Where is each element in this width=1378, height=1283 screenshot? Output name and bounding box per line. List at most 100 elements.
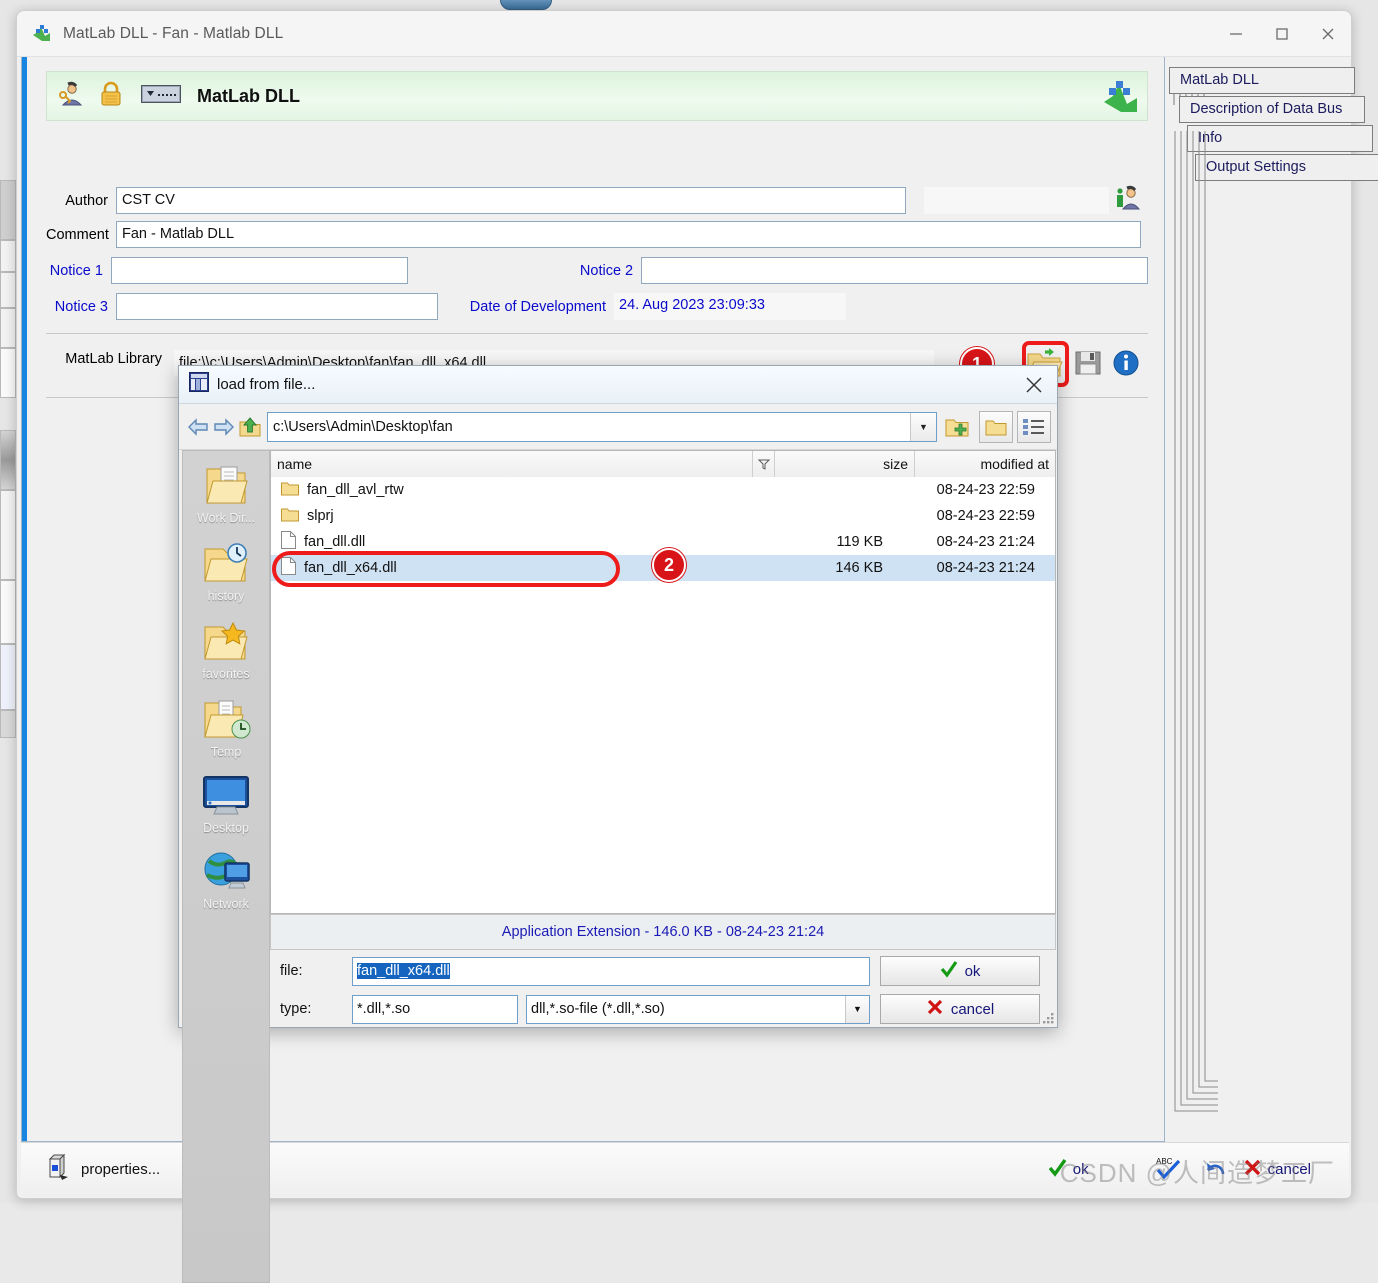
new-folder-button[interactable] [941,411,975,443]
arrow-left-icon[interactable] [185,417,211,437]
background-fragment-1 [0,180,16,240]
maximize-button[interactable] [1259,11,1305,56]
resize-grip[interactable] [1041,1011,1055,1025]
user-info-icon[interactable] [1115,185,1141,216]
list-view-button[interactable] [1017,411,1051,443]
undo-button[interactable] [1203,1157,1229,1183]
place-history[interactable]: history [183,539,269,603]
tab-label: Output Settings [1206,159,1306,175]
type-label: type: [270,1001,352,1017]
file-type-row: type: *.dll,*.so dll,*.so-file (*.dll,*.… [270,992,1056,1026]
notice2-label: Notice 2 [494,263,642,279]
comment-label: Comment [46,227,116,243]
arrow-right-icon[interactable] [211,417,237,437]
ok-button[interactable]: ok [1048,1158,1089,1181]
minimize-button[interactable] [1213,11,1259,56]
background-fragment-4 [0,308,16,348]
background-fragment-7 [0,490,16,580]
type-pattern-input[interactable]: *.dll,*.so [352,995,518,1024]
folder-view-button[interactable] [979,411,1013,443]
chevron-down-icon[interactable]: ▼ [845,996,869,1023]
notice3-label: Notice 3 [46,299,116,315]
file-name-input[interactable]: fan_dll_x64.dll [352,957,870,986]
file-dialog-close-button[interactable] [1011,366,1057,403]
place-work-dir[interactable]: Work Dir... [183,461,269,525]
background-window-fragment-top [500,0,552,10]
tab-label: Description of Data Bus [1190,101,1342,117]
table-row[interactable]: slprj 08-24-23 22:59 [271,503,1055,529]
notice1-input[interactable] [111,257,408,284]
save-disk-icon[interactable] [1074,349,1102,382]
author-row: Author CST CV [46,185,1148,216]
file-modified: 08-24-23 22:59 [893,482,1043,498]
library-row: MatLab Library [46,351,170,367]
file-list[interactable]: name size modified at fan_dll_avl_rtw 08… [270,450,1056,914]
place-label: Temp [211,745,242,759]
tab-matlab-dll[interactable]: MatLab DLL [1169,67,1355,94]
library-label: MatLab Library [46,351,170,367]
divider-1 [46,333,1148,334]
file-dialog-ok-button[interactable]: ok [880,956,1040,986]
file-modified: 08-24-23 22:59 [893,508,1043,524]
filter-icon[interactable] [753,451,775,477]
properties-icon [43,1153,73,1187]
file-dialog-title: load from file... [217,376,315,393]
desktop-background: MatLab DLL - Fan - Matlab DLL [0,0,1378,1203]
load-from-file-dialog: load from file... c: [178,365,1058,1028]
file-name: fan_dll_avl_rtw [307,482,404,498]
cancel-button[interactable]: cancel [1243,1158,1311,1181]
properties-label: properties... [81,1161,160,1178]
column-size[interactable]: size [775,451,915,477]
place-network[interactable]: Network [183,849,269,911]
tab-output-settings[interactable]: Output Settings [1195,154,1378,181]
file-list-header: name size modified at [271,451,1055,477]
spellcheck-button[interactable]: ABC [1155,1156,1183,1184]
file-dialog-cancel-button[interactable]: cancel [880,994,1040,1024]
author-extra-field[interactable] [924,187,1109,214]
ok-label: ok [1073,1161,1089,1178]
cancel-label: cancel [1268,1161,1311,1178]
properties-button[interactable]: properties... [43,1153,160,1187]
info-icon[interactable] [1112,349,1140,382]
tab-label: MatLab DLL [1180,72,1259,88]
file-name-row: file: fan_dll_x64.dll ok [270,954,1056,988]
check-icon [1048,1158,1067,1181]
place-desktop[interactable]: Desktop [183,773,269,835]
cancel-label: cancel [951,1001,994,1018]
place-favorites[interactable]: favorites [183,617,269,681]
file-name-input-value: fan_dll_x64.dll [357,963,450,979]
notice2-input[interactable] [641,257,1148,284]
x-icon [926,998,944,1020]
file-dialog-titlebar: load from file... [179,366,1057,404]
file-icon [281,557,296,579]
column-modified[interactable]: modified at [915,451,1055,477]
background-fragment-3 [0,272,16,308]
file-name: slprj [307,508,334,524]
notice3-input[interactable] [116,293,438,320]
arrow-up-folder-icon[interactable] [237,416,263,438]
notice1-label: Notice 1 [46,263,111,279]
window-controls [1213,11,1351,56]
tab-description-of-data-bus[interactable]: Description of Data Bus [1179,96,1365,123]
place-temp[interactable]: Temp [183,695,269,759]
notice3-row: Notice 3 Date of Development 24. Aug 202… [46,293,1148,320]
tab-stack-trail [1174,131,1214,1116]
file-dialog-navbar: c:\Users\Admin\Desktop\fan ▼ [179,404,1057,450]
author-input[interactable]: CST CV [116,187,906,214]
path-input[interactable]: c:\Users\Admin\Desktop\fan ▼ [267,412,937,442]
table-row[interactable]: fan_dll_avl_rtw 08-24-23 22:59 [271,477,1055,503]
user-key-icon [57,81,83,112]
comment-input[interactable]: Fan - Matlab DLL [116,221,1141,248]
close-button[interactable] [1305,11,1351,56]
folder-icon [281,481,299,500]
file-status-bar: Application Extension - 146.0 KB - 08-24… [270,914,1056,950]
file-dialog-icon [189,372,209,397]
background-fragment-5 [0,348,16,398]
chevron-down-icon[interactable]: ▼ [910,413,936,441]
type-filter-select[interactable]: dll,*.so-file (*.dll,*.so) ▼ [526,995,870,1024]
author-label: Author [46,193,116,209]
date-label: Date of Development [454,299,614,315]
comment-row: Comment Fan - Matlab DLL [46,221,1148,248]
file-name: fan_dll.dll [304,534,365,550]
column-name[interactable]: name [271,451,753,477]
